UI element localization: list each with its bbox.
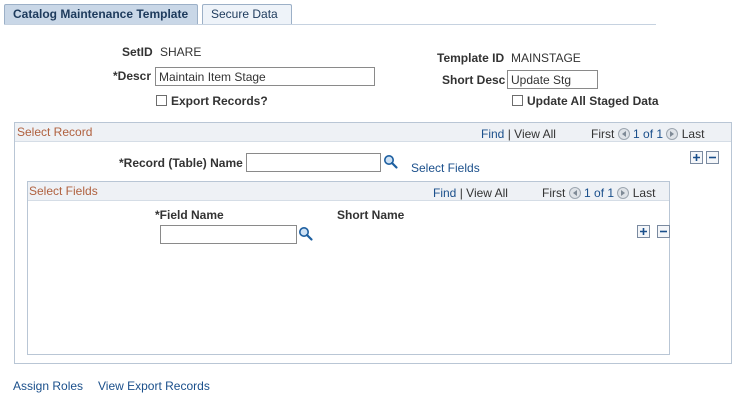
- select-fields-pager: First 1 of 1 Last: [542, 186, 655, 200]
- assign-roles-link[interactable]: Assign Roles: [13, 379, 83, 393]
- add-field-row-button[interactable]: [637, 225, 650, 238]
- nav-separator: |: [459, 186, 463, 200]
- select-record-find-link[interactable]: Find: [481, 127, 504, 141]
- setid-label: SetID: [122, 45, 153, 59]
- select-fields-find-link[interactable]: Find: [433, 186, 456, 200]
- field-name-label: *Field Name: [155, 208, 224, 222]
- select-record-grid: Select Record Find | View All First 1 of…: [14, 122, 732, 364]
- select-record-count: 1 of 1: [633, 127, 664, 141]
- nav-separator: |: [507, 127, 511, 141]
- update-all-staged-data-checkbox[interactable]: [512, 95, 523, 106]
- select-fields-first-label: First: [542, 186, 566, 200]
- select-fields-count: 1 of 1: [584, 186, 615, 200]
- view-export-records-link[interactable]: View Export Records: [98, 379, 210, 393]
- select-record-last-label: Last: [681, 127, 705, 141]
- short-desc-label: Short Desc: [442, 73, 506, 87]
- export-records-checkbox[interactable]: [156, 95, 167, 106]
- template-id-value: MAINSTAGE: [511, 51, 581, 65]
- short-desc-input[interactable]: [507, 70, 598, 89]
- select-record-pager: First 1 of 1 Last: [591, 127, 704, 141]
- export-records-label: Export Records?: [171, 94, 268, 108]
- tab-divider: [4, 24, 656, 25]
- next-arrow-icon[interactable]: [617, 187, 630, 199]
- next-arrow-icon[interactable]: [666, 128, 679, 140]
- select-fields-title: Select Fields: [29, 184, 98, 198]
- setid-value: SHARE: [160, 45, 202, 59]
- select-record-nav: Find | View All: [481, 127, 556, 141]
- descr-input[interactable]: [155, 67, 375, 86]
- short-name-label: Short Name: [337, 208, 405, 222]
- field-lookup-icon[interactable]: [298, 226, 314, 242]
- record-name-input[interactable]: [246, 153, 381, 172]
- add-row-button[interactable]: [690, 151, 703, 164]
- select-fields-link[interactable]: Select Fields: [411, 161, 480, 175]
- select-record-title: Select Record: [17, 125, 93, 139]
- update-all-staged-data-label: Update All Staged Data: [527, 94, 659, 108]
- select-fields-nav: Find | View All: [433, 186, 508, 200]
- record-lookup-icon[interactable]: [383, 154, 399, 170]
- tab-secure-data[interactable]: Secure Data: [202, 4, 292, 24]
- previous-arrow-icon[interactable]: [617, 128, 630, 140]
- descr-label: *Descr: [113, 69, 152, 83]
- field-name-input[interactable]: [160, 225, 297, 244]
- select-record-first-label: First: [591, 127, 615, 141]
- select-record-view-all-link[interactable]: View All: [514, 127, 556, 141]
- delete-field-row-button[interactable]: [657, 225, 670, 238]
- select-fields-view-all-link[interactable]: View All: [466, 186, 508, 200]
- tab-catalog-maintenance-template[interactable]: Catalog Maintenance Template: [4, 4, 198, 24]
- delete-row-button[interactable]: [706, 151, 719, 164]
- template-id-label: Template ID: [437, 51, 505, 65]
- select-fields-last-label: Last: [632, 186, 656, 200]
- previous-arrow-icon[interactable]: [568, 187, 581, 199]
- record-name-label: *Record (Table) Name: [119, 156, 243, 170]
- select-fields-grid: Select Fields Find | View All First 1 of…: [27, 181, 670, 355]
